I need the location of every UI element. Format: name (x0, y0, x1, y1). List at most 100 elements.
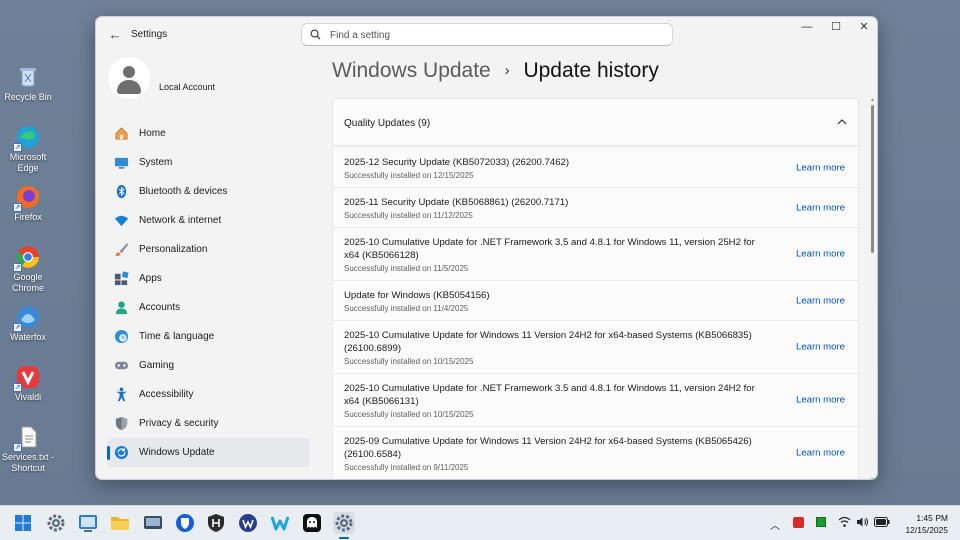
learn-more-link[interactable]: Learn more (796, 202, 845, 213)
edge-icon: ↗ (13, 124, 41, 152)
desktop-icon-label: Recycle Bin (4, 92, 52, 102)
file-explorer-taskbar[interactable] (109, 512, 131, 534)
chevron-up-tray-icon[interactable]: ︿ (770, 517, 780, 532)
system-clock[interactable]: 1:45 PM 12/15/2025 (905, 512, 948, 536)
maximize-button[interactable]: ☐ (822, 17, 850, 37)
learn-more-link[interactable]: Learn more (796, 448, 845, 459)
desktop-icon-label: Waterfox (10, 332, 46, 342)
desktop-icon-firefox[interactable]: ↗ Firefox (0, 184, 56, 223)
sidebar-item-home[interactable]: Home (107, 119, 310, 148)
shortcut-arrow-icon: ↗ (13, 143, 22, 152)
learn-more-link[interactable]: Learn more (796, 342, 845, 353)
battery-tray-icon[interactable] (874, 517, 890, 527)
settings-active-taskbar[interactable] (333, 512, 355, 534)
vivaldi-icon: ↗ (13, 364, 41, 392)
sidebar-item-personalization[interactable]: Personalization (107, 235, 310, 264)
list-item: 2025-10 Cumulative Update for Windows 11… (332, 321, 859, 374)
scroll-up-arrow-icon[interactable]: ▲ (869, 97, 876, 103)
ghost-app-taskbar[interactable] (301, 512, 323, 534)
desktop-icon-services-shortcut[interactable]: ↗ Services.txt - Shortcut (0, 424, 56, 474)
sidebar-item-system[interactable]: System (107, 148, 310, 177)
avatar[interactable] (108, 57, 150, 99)
w-app-taskbar[interactable] (269, 512, 291, 534)
accessibility-icon (115, 387, 128, 402)
sidebar-item-label: Privacy & security (139, 418, 219, 429)
recycle-bin-icon (15, 64, 41, 90)
vertical-scrollbar[interactable]: ▲ ▼ (869, 97, 876, 479)
bitwarden-taskbar[interactable] (174, 512, 196, 534)
remote-desktop-taskbar[interactable] (142, 512, 164, 534)
update-history-panel: Quality Updates (9) 2025-12 Security Upd… (332, 98, 859, 479)
clock-time: 1:45 PM (916, 513, 948, 523)
shortcut-arrow-icon: ↗ (13, 263, 22, 272)
desktop-icon-label: Firefox (14, 212, 42, 222)
sidebar-item-gaming[interactable]: Gaming (107, 351, 310, 380)
sidebar-item-label: Personalization (139, 244, 208, 255)
back-button[interactable]: ← (106, 26, 124, 44)
list-item: 2025-10 Cumulative Update for .NET Frame… (332, 228, 859, 281)
settings-window: ← Settings — ☐ ✕ Local Account Home Syst… (95, 16, 878, 480)
sidebar-item-windows-update[interactable]: Windows Update (107, 438, 310, 467)
sidebar-item-apps[interactable]: Apps (107, 264, 310, 293)
sidebar-item-accessibility[interactable]: Accessibility (107, 380, 310, 409)
waterfox-taskbar[interactable] (237, 512, 259, 534)
sidebar-item-bluetooth[interactable]: Bluetooth & devices (107, 177, 310, 206)
learn-more-link[interactable]: Learn more (796, 162, 845, 173)
desktop-icon-recycle-bin[interactable]: Recycle Bin (0, 64, 56, 103)
app-title: Settings (131, 29, 168, 40)
list-item: 2025-12 Security Update (KB5072033) (262… (332, 148, 859, 188)
desktop-icon-waterfox[interactable]: ↗ Waterfox (0, 304, 56, 343)
w-app-icon (270, 516, 290, 531)
desktop-icon-label: Services.txt - Shortcut (1, 452, 54, 473)
user-body-icon (117, 80, 141, 94)
learn-more-link[interactable]: Learn more (796, 395, 845, 406)
back-arrow-icon: ← (108, 27, 122, 42)
sidebar-item-label: Apps (139, 273, 162, 284)
list-item: 2025-09 Cumulative Update for Windows 11… (332, 427, 859, 479)
shortcut-arrow-icon: ↗ (13, 383, 22, 392)
gamepad-icon (114, 361, 129, 370)
quality-updates-header[interactable]: Quality Updates (9) (332, 98, 859, 146)
clock-date: 12/15/2025 (905, 525, 948, 535)
red-tray-app-icon[interactable] (793, 517, 804, 528)
search-input[interactable] (330, 27, 660, 43)
update-title: 2025-11 Security Update (KB5068861) (262… (344, 197, 569, 208)
desktop-icon-vivaldi[interactable]: ↗ Vivaldi (0, 364, 56, 403)
sidebar-item-accounts[interactable]: Accounts (107, 293, 310, 322)
list-item: 2025-11 Security Update (KB5068861) (262… (332, 188, 859, 228)
brush-icon (115, 242, 129, 257)
update-title: 2025-12 Security Update (KB5072033) (262… (344, 157, 570, 168)
sidebar-item-time-language[interactable]: Time & language (107, 322, 310, 351)
clock-globe-icon (114, 329, 129, 344)
text-file-icon: ↗ (13, 424, 41, 452)
sidebar-item-label: Bluetooth & devices (139, 186, 228, 197)
scroll-thumb[interactable] (871, 105, 874, 253)
close-button[interactable]: ✕ (850, 17, 877, 37)
firefox-icon: ↗ (13, 184, 41, 212)
user-head-icon (123, 66, 135, 78)
desktop-icon-chrome[interactable]: ↗ Google Chrome (0, 244, 56, 294)
desktop-icon-label: Microsoft Edge (9, 152, 47, 173)
hardened-app-taskbar[interactable] (205, 512, 227, 534)
sidebar-item-label: Home (139, 128, 166, 139)
start-button[interactable] (12, 512, 34, 534)
wifi-tray-icon[interactable] (838, 516, 851, 528)
desktop-icon-edge[interactable]: ↗ Microsoft Edge (0, 124, 56, 174)
sidebar-item-label: Time & language (139, 331, 215, 342)
update-title: 2025-10 Cumulative Update for .NET Frame… (344, 383, 755, 407)
green-tray-app-icon[interactable] (816, 517, 826, 527)
search-box[interactable] (301, 23, 673, 46)
sidebar-item-network[interactable]: Network & internet (107, 206, 310, 235)
breadcrumb-chevron-icon: › (504, 62, 510, 79)
volume-tray-icon[interactable] (856, 516, 869, 528)
minimize-button[interactable]: — (793, 17, 821, 37)
sidebar-item-privacy[interactable]: Privacy & security (107, 409, 310, 438)
settings-gear-taskbar[interactable] (45, 512, 67, 534)
update-icon (114, 445, 129, 460)
breadcrumb-parent-link[interactable]: Windows Update (332, 59, 491, 82)
learn-more-link[interactable]: Learn more (796, 295, 845, 306)
control-panel-taskbar[interactable] (77, 512, 99, 534)
learn-more-link[interactable]: Learn more (796, 249, 845, 260)
sidebar-item-label: Gaming (139, 360, 175, 371)
breadcrumb: Windows Update › Update history (332, 59, 659, 83)
